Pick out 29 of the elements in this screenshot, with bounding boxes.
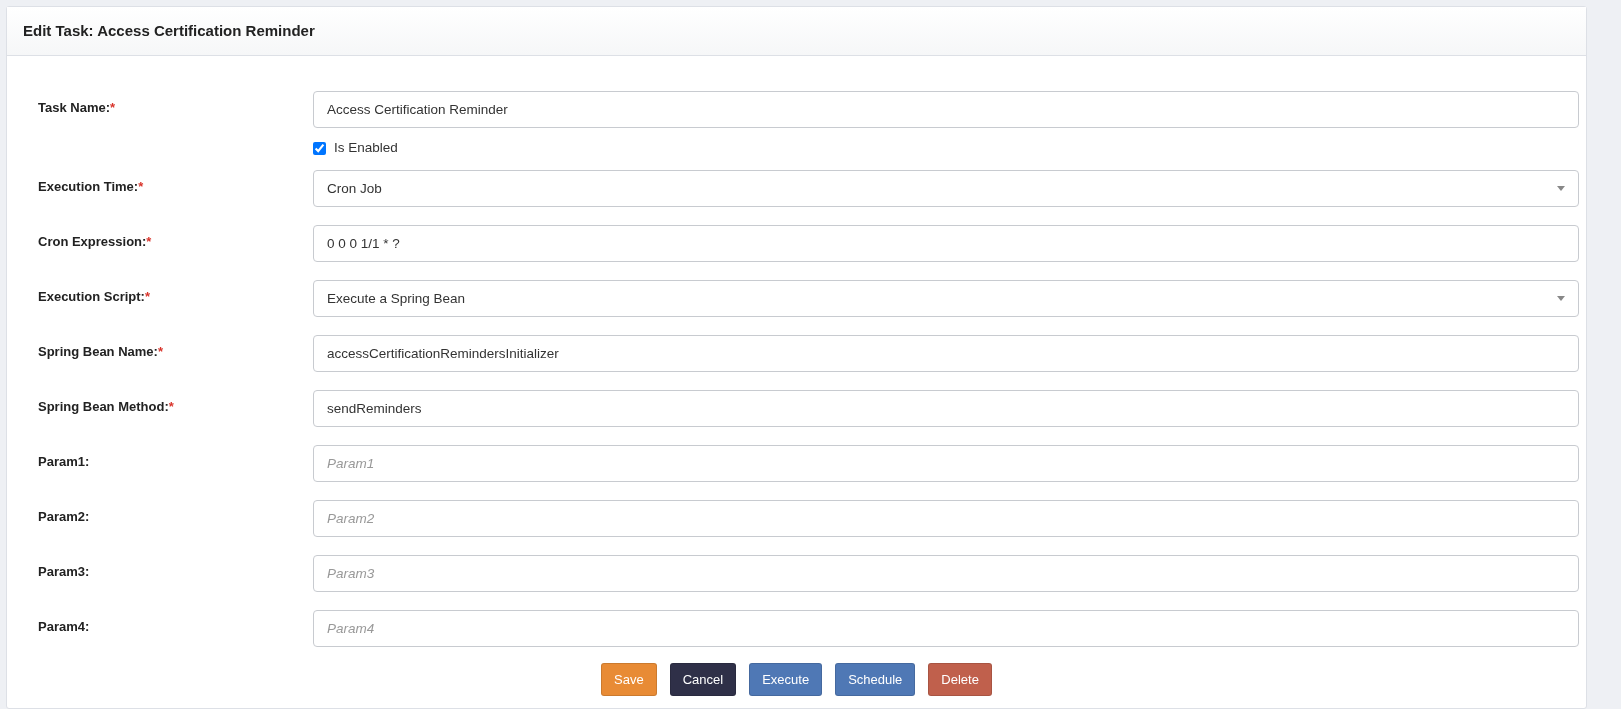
input-field[interactable]: Param3	[313, 555, 1579, 593]
input-field[interactable]: Access Certification Reminder	[313, 91, 1579, 128]
action-button[interactable]: Delete	[928, 663, 992, 697]
input-field[interactable]: Param2	[313, 500, 1579, 538]
checkbox-label: Is Enabled	[334, 139, 398, 157]
field-label: Execution Time:*	[38, 179, 144, 195]
field-label: Spring Bean Method:*	[38, 399, 174, 415]
action-button[interactable]: Execute	[749, 663, 823, 697]
field-label: Spring Bean Name:*	[38, 344, 163, 360]
enabled-checkbox[interactable]	[313, 141, 326, 155]
field-label: Param2:	[38, 509, 90, 525]
action-button[interactable]: Cancel	[669, 663, 737, 697]
input-field[interactable]: sendReminders	[313, 390, 1579, 428]
caret-icon	[1557, 186, 1565, 192]
page-title: Edit Task: Access Certification Reminder	[23, 22, 315, 40]
field-label: Execution Script:*	[38, 289, 150, 305]
select-field[interactable]: Execute a Spring Bean	[313, 280, 1579, 318]
field-label: Param3:	[38, 564, 90, 580]
input-field[interactable]: Param4	[313, 610, 1579, 648]
field-label: Param4:	[38, 619, 90, 635]
input-field[interactable]: Param1	[313, 445, 1579, 483]
field-label: Task Name:*	[38, 100, 116, 115]
action-button[interactable]: Schedule	[835, 663, 916, 697]
field-label: Cron Expression:*	[38, 234, 152, 250]
input-field[interactable]: 0 0 0 1/1 * ?	[313, 225, 1579, 263]
caret-icon	[1557, 296, 1565, 302]
select-field[interactable]: Cron Job	[313, 170, 1579, 208]
input-field[interactable]: accessCertificationRemindersInitializer	[313, 335, 1579, 373]
field-label: Param1:	[38, 454, 90, 470]
